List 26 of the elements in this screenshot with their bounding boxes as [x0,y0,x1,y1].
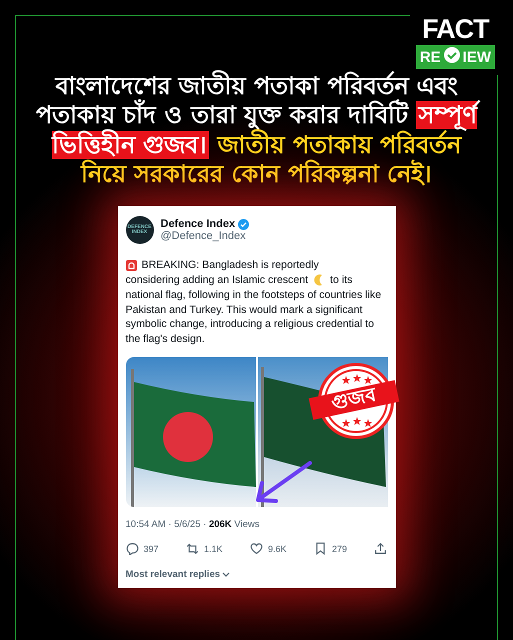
account-name[interactable]: Defence Index [160,218,236,230]
tweet-text: to its [330,272,352,288]
logo-text: IEW [462,50,491,64]
reply-button[interactable]: 397 [126,542,159,556]
tweet-timestamp: 10:54 AM · 5/6/25 · 206K Views [126,519,260,530]
repost-button[interactable]: 1.1K [186,542,223,556]
bookmark-icon [314,542,327,556]
tweet-text: considering adding an Islamic crescent [126,272,308,288]
chevron-down-icon [222,571,230,578]
comment-icon [126,542,138,556]
bookmark-button[interactable]: 279 [314,542,347,556]
repost-icon [186,542,199,556]
tweet-text: national flag, following in the footsteps of countries like Pakistan and Turkey. This would mark a significant symbolic change, introducing a religious credential to the flag's design. [126,288,382,348]
sort-replies-button[interactable]: Most relevant replies [126,569,230,580]
logo-text: RE [420,50,441,64]
heart-icon [250,542,263,556]
logo-text: FACT [422,16,489,43]
share-icon [374,542,388,556]
account-handle[interactable]: @Defence_Index [160,230,250,242]
stars-icon [342,374,372,384]
like-button[interactable]: 9.6K [250,542,286,556]
stars-icon [342,417,372,428]
share-button[interactable] [374,542,388,556]
siren-icon [126,260,136,271]
tweet-text: BREAKING: Bangladesh is reportedly [142,258,319,273]
arrow-icon [254,461,314,506]
